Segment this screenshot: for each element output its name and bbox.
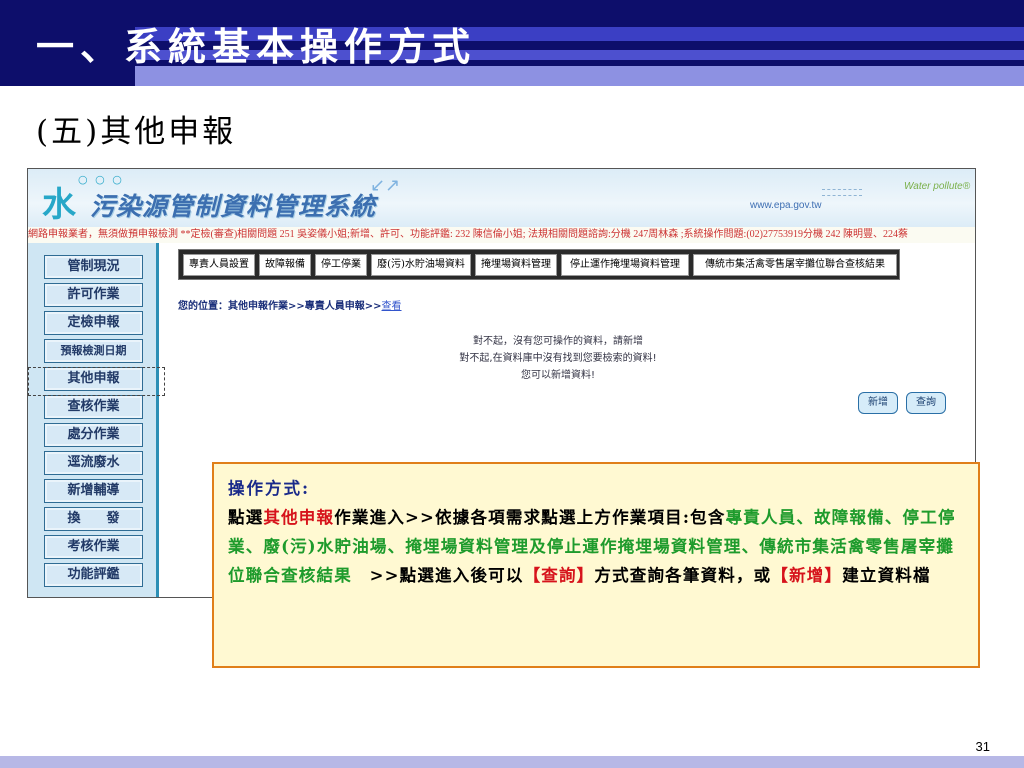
breadcrumb-path: 其他申報作業>>專責人員申報>> [228, 301, 382, 312]
callout-text: 點選其他申報作業進入>>依據各項需求點選上方作業項目:包含專責人員、故障報備、停… [228, 503, 964, 590]
slide-subtitle: (五)其他申報 [36, 114, 237, 150]
sidebar-item-runoff[interactable]: 逕流廢水 [44, 451, 143, 475]
sidebar-nav: 管制現況 許可作業 定檢申報 預報檢測日期 其他申報 查核作業 處分作業 逕流廢… [28, 243, 159, 597]
no-data-message: 對不起，沒有您可操作的資料，請新增 [473, 336, 643, 347]
sidebar-item-forecast-test-date[interactable]: 預報檢測日期 [44, 339, 143, 363]
not-found-message: 對不起,在資料庫中沒有找到您要檢索的資料! [459, 353, 657, 364]
sidebar-item-assessment[interactable]: 考核作業 [44, 535, 143, 559]
tab-wastewater-storage[interactable]: 廢(污)水貯油場資料 [371, 254, 471, 276]
brand-text: Water pollute® [904, 181, 971, 192]
callout-highlight-add: 【新增】 [771, 566, 843, 585]
add-button[interactable]: 新增 [858, 392, 898, 414]
announcement-marquee: 網路申報業者，無須做預申報檢測 **定檢(審查)相關問題 251 吳姿儀小姐;新… [28, 227, 975, 243]
sidebar-item-control-status[interactable]: 管制現況 [44, 255, 143, 279]
sidebar-item-regular-inspection[interactable]: 定檢申報 [44, 311, 143, 335]
logo-water-icon: 水 [42, 185, 76, 225]
callout-highlight-other-report: 其他申報 [263, 508, 335, 527]
sidebar-item-penalty[interactable]: 處分作業 [44, 423, 143, 447]
can-add-message: 您可以新增資料! [520, 370, 595, 381]
callout-highlight-query: 【查詢】 [523, 566, 595, 585]
sidebar-item-audit[interactable]: 查核作業 [44, 395, 143, 419]
tab-suspension[interactable]: 停工停業 [315, 254, 367, 276]
app-logo-text: 污染源管制資料管理系統 [90, 192, 377, 221]
divider [822, 189, 862, 190]
callout-text-part: 點選 [228, 508, 264, 527]
callout-text-part: >>點選進入後可以 [351, 566, 524, 585]
selected-item-outline [28, 367, 165, 396]
query-button[interactable]: 查詢 [906, 392, 946, 414]
sidebar-item-new-guidance[interactable]: 新增輔導 [44, 479, 143, 503]
site-url-link[interactable]: www.epa.gov.tw [750, 200, 822, 211]
slide-title: 一、系統基本操作方式 [36, 24, 477, 69]
tab-closed-landfill-data[interactable]: 停止運作掩埋場資料管理 [561, 254, 689, 276]
logo-bubbles-icon: ○ ○ ○ [78, 173, 124, 186]
divider [822, 195, 862, 196]
app-banner: 水 ○ ○ ○ 污染源管制資料管理系統 ↙↗ www.epa.gov.tw Wa… [28, 169, 975, 227]
sidebar-item-permit[interactable]: 許可作業 [44, 283, 143, 307]
tab-bar: 專責人員設置 故障報備 停工停業 廢(污)水貯油場資料 掩埋場資料管理 停止運作… [178, 249, 900, 280]
sidebar-item-function-evaluation[interactable]: 功能評鑑 [44, 563, 143, 587]
page-number: 31 [975, 739, 990, 754]
tab-market-joint-inspection[interactable]: 傳統市集活禽零售屠宰攤位聯合查核結果 [693, 254, 897, 276]
tab-landfill-data[interactable]: 掩埋場資料管理 [475, 254, 557, 276]
breadcrumb-view-link[interactable]: 查看 [382, 301, 402, 312]
callout-label: 操作方式: [228, 479, 311, 498]
breadcrumb-prefix: 您的位置： [178, 301, 228, 312]
sidebar-item-renewal[interactable]: 換 發 [44, 507, 143, 531]
tab-responsible-personnel[interactable]: 專責人員設置 [183, 254, 255, 276]
callout-text-part: 作業進入>>依據各項需求點選上方作業項目:包含 [334, 508, 726, 527]
logo-arrow-icon: ↙↗ [370, 175, 401, 196]
tab-fault-report[interactable]: 故障報備 [259, 254, 311, 276]
instructions-callout: 操作方式: 點選其他申報作業進入>>依據各項需求點選上方作業項目:包含專責人員、… [212, 462, 980, 668]
breadcrumb: 您的位置：其他申報作業>>專責人員申報>>查看 [178, 297, 402, 312]
callout-text-part: 建立資料檔 [842, 566, 931, 585]
callout-text-part: 方式查詢各筆資料，或 [594, 566, 772, 585]
footer-stripe [0, 756, 1024, 768]
